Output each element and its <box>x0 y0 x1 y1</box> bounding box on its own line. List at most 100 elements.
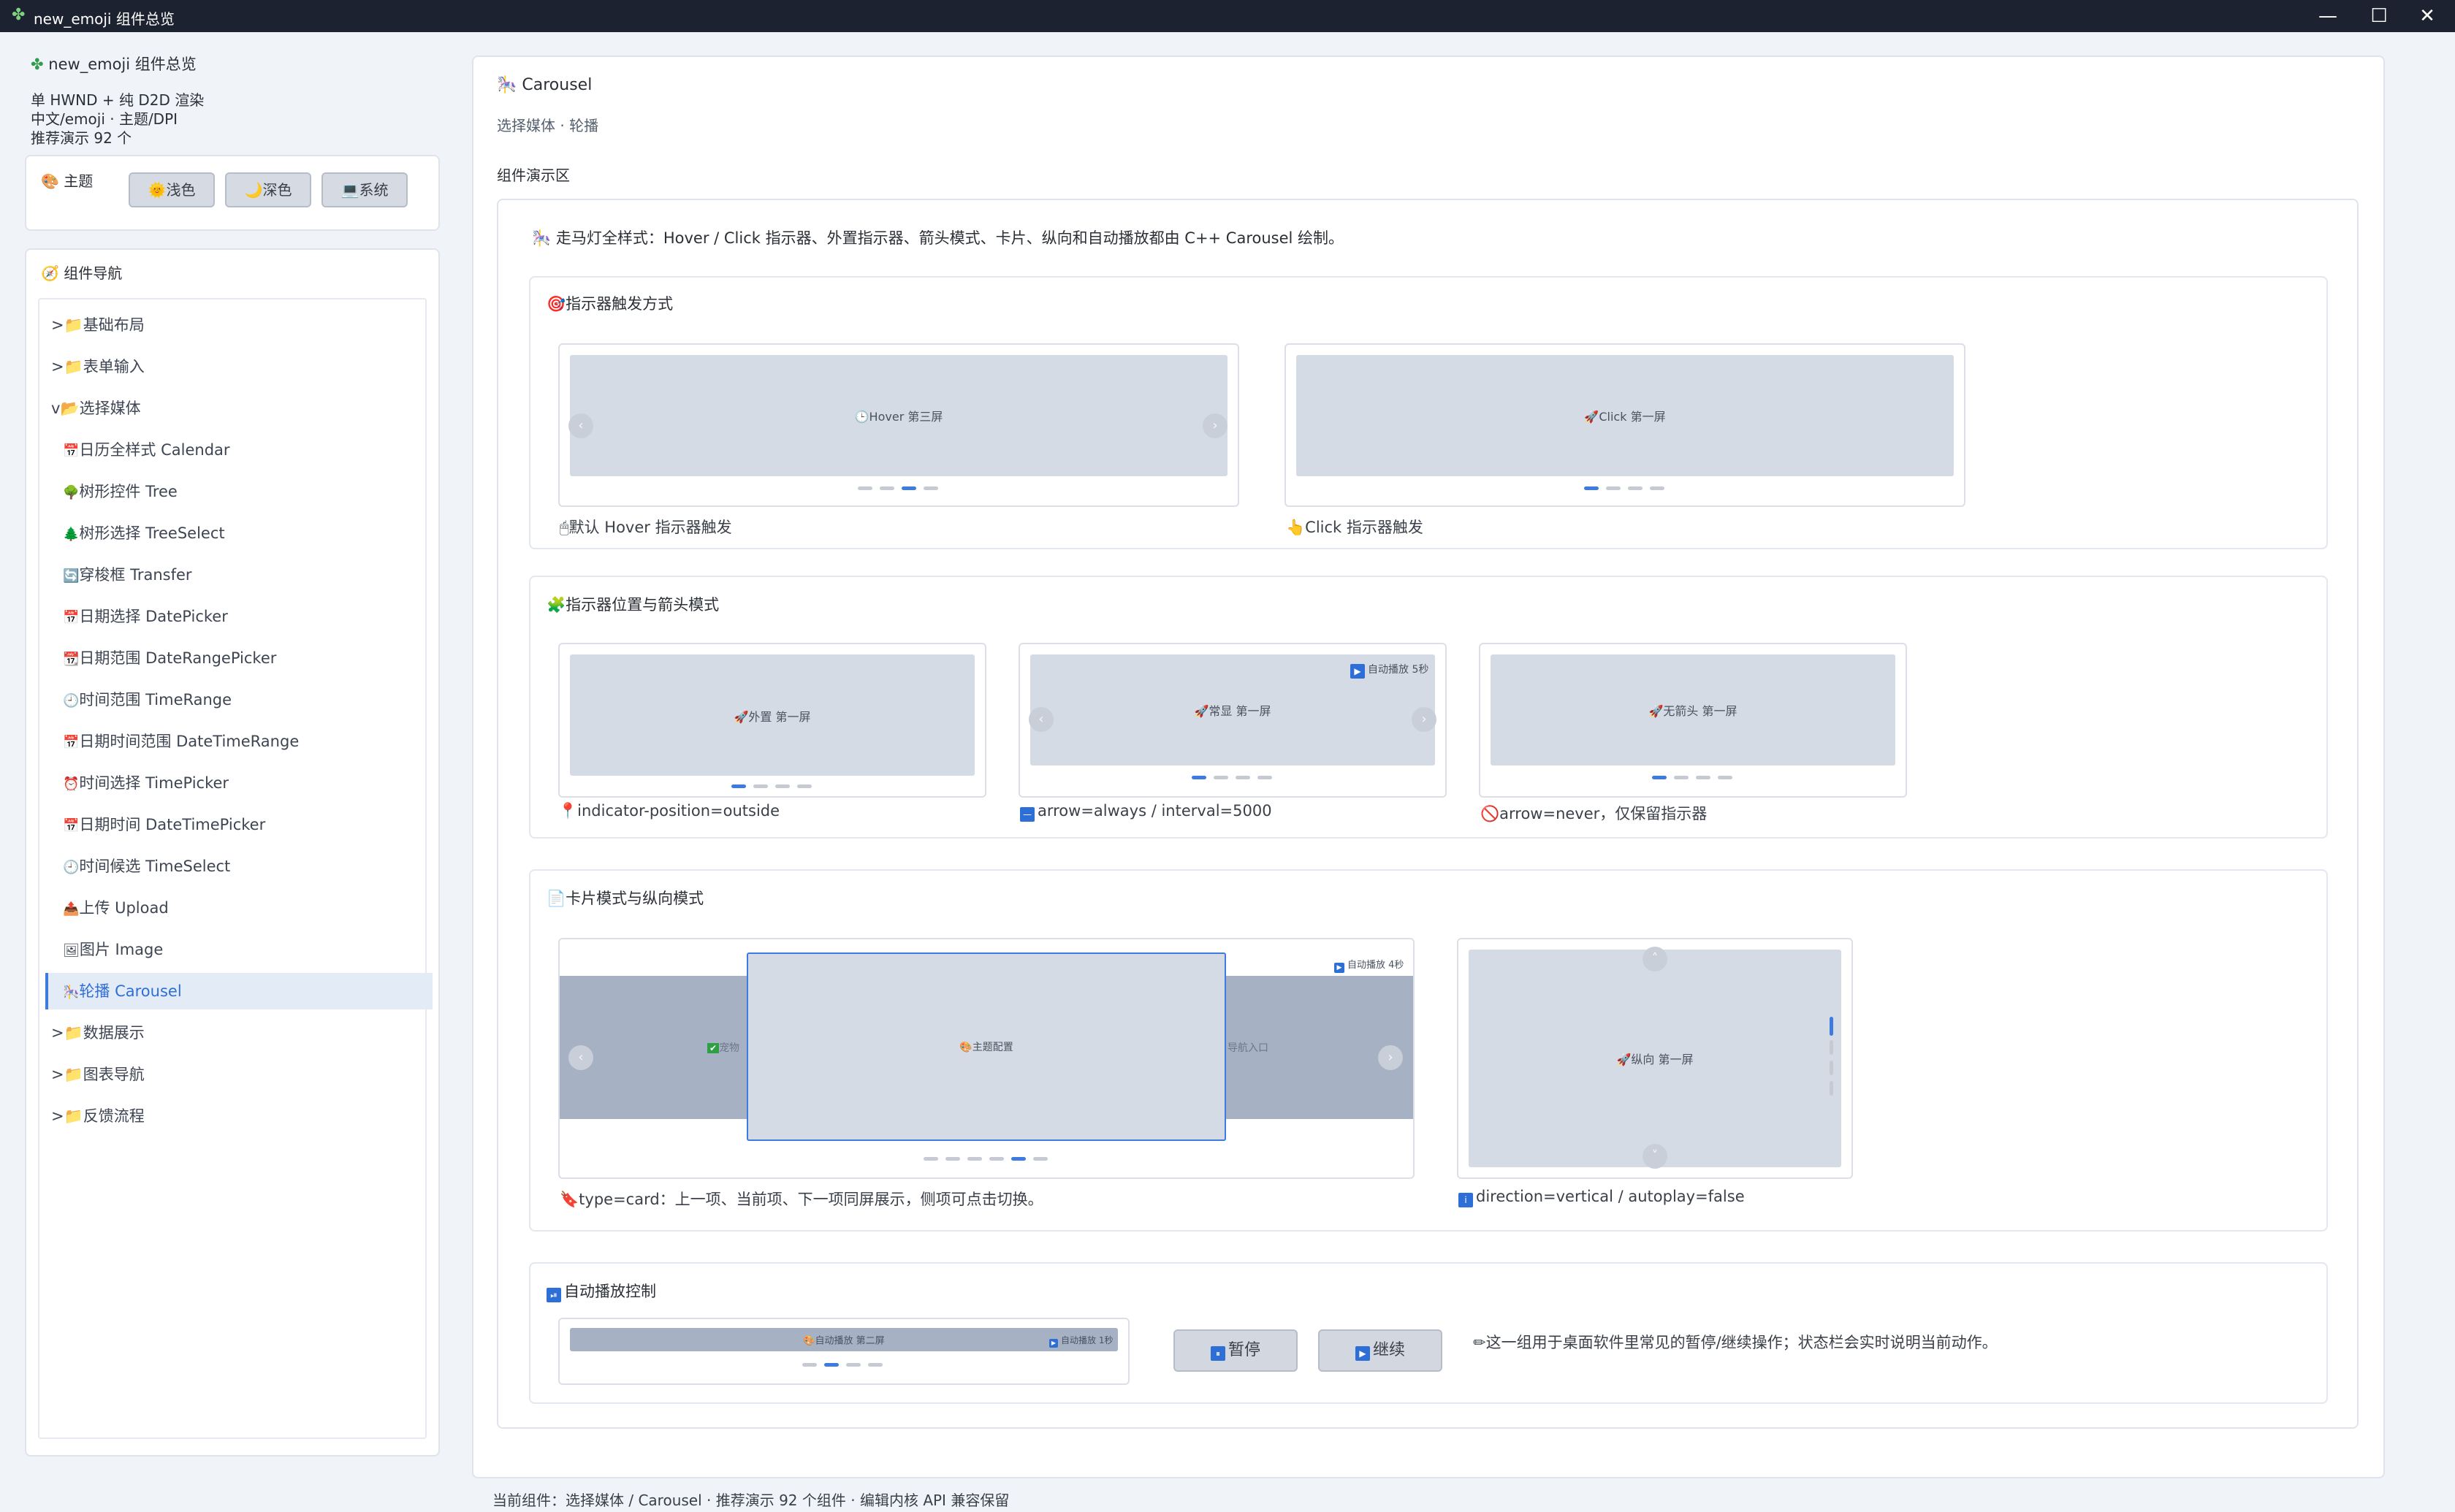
indicator-dot[interactable] <box>1628 486 1643 490</box>
sidebar-item[interactable]: 📅日期选择 DatePicker <box>63 598 228 635</box>
nav-group-select-media[interactable]: v📂选择媒体 <box>51 390 141 427</box>
pause-icon: ⏸ <box>1210 1346 1225 1361</box>
down-arrow[interactable]: ˅ <box>1643 1144 1667 1169</box>
nav-group-chart[interactable]: >📁图表导航 <box>51 1056 145 1093</box>
indicator-dot[interactable] <box>1606 486 1621 490</box>
indicator-dot[interactable] <box>775 784 790 788</box>
sidebar-item[interactable]: ⏰时间选择 TimePicker <box>63 765 229 801</box>
folder-icon: 📁 <box>64 316 83 334</box>
indicator-dot-active[interactable] <box>1652 776 1667 779</box>
indicator-dot[interactable] <box>858 486 872 490</box>
card-peek-right: 导航入口 <box>1228 1042 1268 1054</box>
indicator-dot[interactable] <box>880 486 894 490</box>
page-title-text: Carousel <box>522 76 593 94</box>
close-button[interactable]: ✕ <box>2408 3 2446 29</box>
next-arrow[interactable]: › <box>1412 707 1436 732</box>
peek-text: 宠物 <box>719 1042 740 1054</box>
vertical-indicator[interactable] <box>1830 1061 1833 1075</box>
indicator-dot[interactable] <box>1650 486 1664 490</box>
clock-icon: 🕘 <box>63 860 80 875</box>
play-icon: ▶ <box>1350 664 1365 679</box>
demo-caption: i direction=vertical / autoplay=false <box>1458 1188 1745 1207</box>
rocket-icon: 🚀 <box>1616 1053 1632 1066</box>
theme-system-button[interactable]: 💻系统 <box>321 172 408 207</box>
next-arrow[interactable]: › <box>1378 1045 1403 1070</box>
vertical-indicator[interactable] <box>1830 1040 1833 1055</box>
indicator-dot[interactable] <box>989 1157 1004 1161</box>
theme-dark-label: 深色 <box>262 181 292 199</box>
section-card-vertical-title: 📄卡片模式与纵向模式 <box>547 887 704 909</box>
sidebar-item[interactable]: 🔄穿梭框 Transfer <box>63 557 192 593</box>
sidebar-item[interactable]: 🖼图片 Image <box>63 931 163 968</box>
folder-icon: 📁 <box>64 1066 83 1083</box>
prev-arrow[interactable]: ‹ <box>568 1045 593 1070</box>
demo-caption: 🖱默认 Hover 指示器触发 <box>560 516 732 538</box>
nav-title-text: 组件导航 <box>64 264 123 282</box>
indicator-dot[interactable] <box>868 1363 883 1367</box>
section-position-title: 🧩指示器位置与箭头模式 <box>547 593 719 615</box>
indicator-dot-active[interactable] <box>824 1363 839 1367</box>
resume-button[interactable]: ▶ 继续 <box>1318 1329 1442 1372</box>
nav-group-form[interactable]: >📁表单输入 <box>51 348 145 385</box>
theme-dark-button[interactable]: 🌙深色 <box>225 172 311 207</box>
nav-group-data[interactable]: >📁数据展示 <box>51 1015 145 1051</box>
slide-label: 🚀外置 第一屏 <box>734 707 810 725</box>
slide-label-text: Hover 第三屏 <box>869 410 943 424</box>
indicator-dot[interactable] <box>924 486 938 490</box>
next-arrow[interactable]: › <box>1203 413 1228 438</box>
indicator-dot[interactable] <box>967 1157 982 1161</box>
sidebar-item[interactable]: 📅日历全样式 Calendar <box>63 432 230 468</box>
calendar-icon: 📆 <box>63 652 80 667</box>
indicator-dot[interactable] <box>1214 776 1228 779</box>
theme-light-button[interactable]: 🌞浅色 <box>129 172 215 207</box>
slide-label: 🚀Click 第一屏 <box>1584 407 1665 424</box>
sidebar-item[interactable]: 🕘时间范围 TimeRange <box>63 681 232 718</box>
indicator-dot[interactable] <box>802 1363 817 1367</box>
up-arrow[interactable]: ˄ <box>1643 947 1667 971</box>
vertical-indicator-active[interactable] <box>1830 1017 1833 1036</box>
indicator-dot-active[interactable] <box>902 486 916 490</box>
vertical-indicator[interactable] <box>1830 1081 1833 1096</box>
nav-group-layout[interactable]: >📁基础布局 <box>51 307 145 343</box>
indicator-dot-active[interactable] <box>1192 776 1206 779</box>
minimize-button[interactable]: — <box>2309 3 2347 29</box>
indicator-dot-active[interactable] <box>731 784 746 788</box>
sidebar-item[interactable]: 🌳树形控件 Tree <box>63 473 178 510</box>
indicator-dot[interactable] <box>945 1157 960 1161</box>
indicator-dot-active[interactable] <box>1011 1157 1026 1161</box>
sidebar-item[interactable]: 📆日期范围 DateRangePicker <box>63 640 276 676</box>
indicator-dot[interactable] <box>846 1363 861 1367</box>
indicator-dot[interactable] <box>1033 1157 1048 1161</box>
indicator-dot[interactable] <box>1696 776 1710 779</box>
section-title-text: 指示器位置与箭头模式 <box>566 596 720 614</box>
indicator-dot[interactable] <box>1674 776 1689 779</box>
sidebar-item-label: 时间范围 TimeRange <box>79 691 232 709</box>
nav-group-label: 反馈流程 <box>83 1107 145 1125</box>
pause-button[interactable]: ⏸ 暂停 <box>1173 1329 1298 1372</box>
indicator-dot[interactable] <box>797 784 812 788</box>
indicator-dot[interactable] <box>1236 776 1250 779</box>
indicator-dot[interactable] <box>753 784 768 788</box>
sidebar-item[interactable]: 📅日期时间范围 DateTimeRange <box>63 723 299 760</box>
prev-arrow[interactable]: ‹ <box>568 413 593 438</box>
tree-icon: 🌳 <box>63 485 80 500</box>
puzzle-icon: 🧩 <box>547 596 566 614</box>
sidebar-item-label: 穿梭框 Transfer <box>79 566 192 584</box>
demo-caption: 🔖type=card：上一项、当前项、下一项同屏展示，侧项可点击切换。 <box>560 1188 1043 1210</box>
app-logo-icon: ✤ <box>31 56 44 73</box>
sidebar-item[interactable]: 📤上传 Upload <box>63 890 169 926</box>
maximize-button[interactable]: ☐ <box>2360 3 2398 29</box>
demo-caption: — arrow=always / interval=5000 <box>1020 802 1272 822</box>
nav-group-feedback[interactable]: >📁反馈流程 <box>51 1098 145 1134</box>
sidebar-item[interactable]: 📅日期时间 DateTimePicker <box>63 806 265 843</box>
sidebar-item-label: 轮播 Carousel <box>79 982 182 1000</box>
indicator-dot[interactable] <box>1718 776 1732 779</box>
nav-group-label: 基础布局 <box>83 316 145 334</box>
indicator-dot[interactable] <box>924 1157 938 1161</box>
indicator-dot[interactable] <box>1257 776 1272 779</box>
indicator-dot-active[interactable] <box>1584 486 1599 490</box>
prev-arrow[interactable]: ‹ <box>1029 707 1054 732</box>
sidebar-item[interactable]: 🎠轮播 Carousel <box>45 973 433 1009</box>
sidebar-item[interactable]: 🌲树形选择 TreeSelect <box>63 515 225 551</box>
sidebar-item[interactable]: 🕘时间候选 TimeSelect <box>63 848 230 885</box>
